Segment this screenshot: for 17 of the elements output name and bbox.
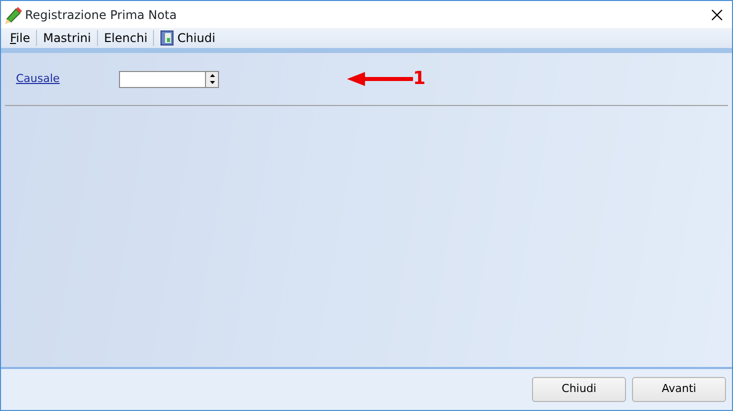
causale-link[interactable]: Causale [16,70,119,88]
spin-control[interactable] [205,70,219,88]
annotation-number: 1 [413,70,426,88]
causale-field[interactable] [119,70,205,88]
up-arrow-icon [210,74,214,77]
pencil-icon [4,6,22,24]
menu-item[interactable]: Elenchi [98,29,154,47]
dialog-button[interactable]: Chiudi [532,377,626,402]
close-icon[interactable] [711,8,723,20]
arrow-annotation [347,72,413,86]
menu-item[interactable]: File [4,29,36,47]
window-title: Registrazione Prima Nota [25,6,177,24]
down-arrow-icon [210,81,214,84]
door-icon [160,30,174,46]
menu-item[interactable]: Chiudi [154,29,222,47]
dialog-button[interactable]: Avanti [632,377,726,402]
menu-item[interactable]: Mastrini [37,29,97,47]
